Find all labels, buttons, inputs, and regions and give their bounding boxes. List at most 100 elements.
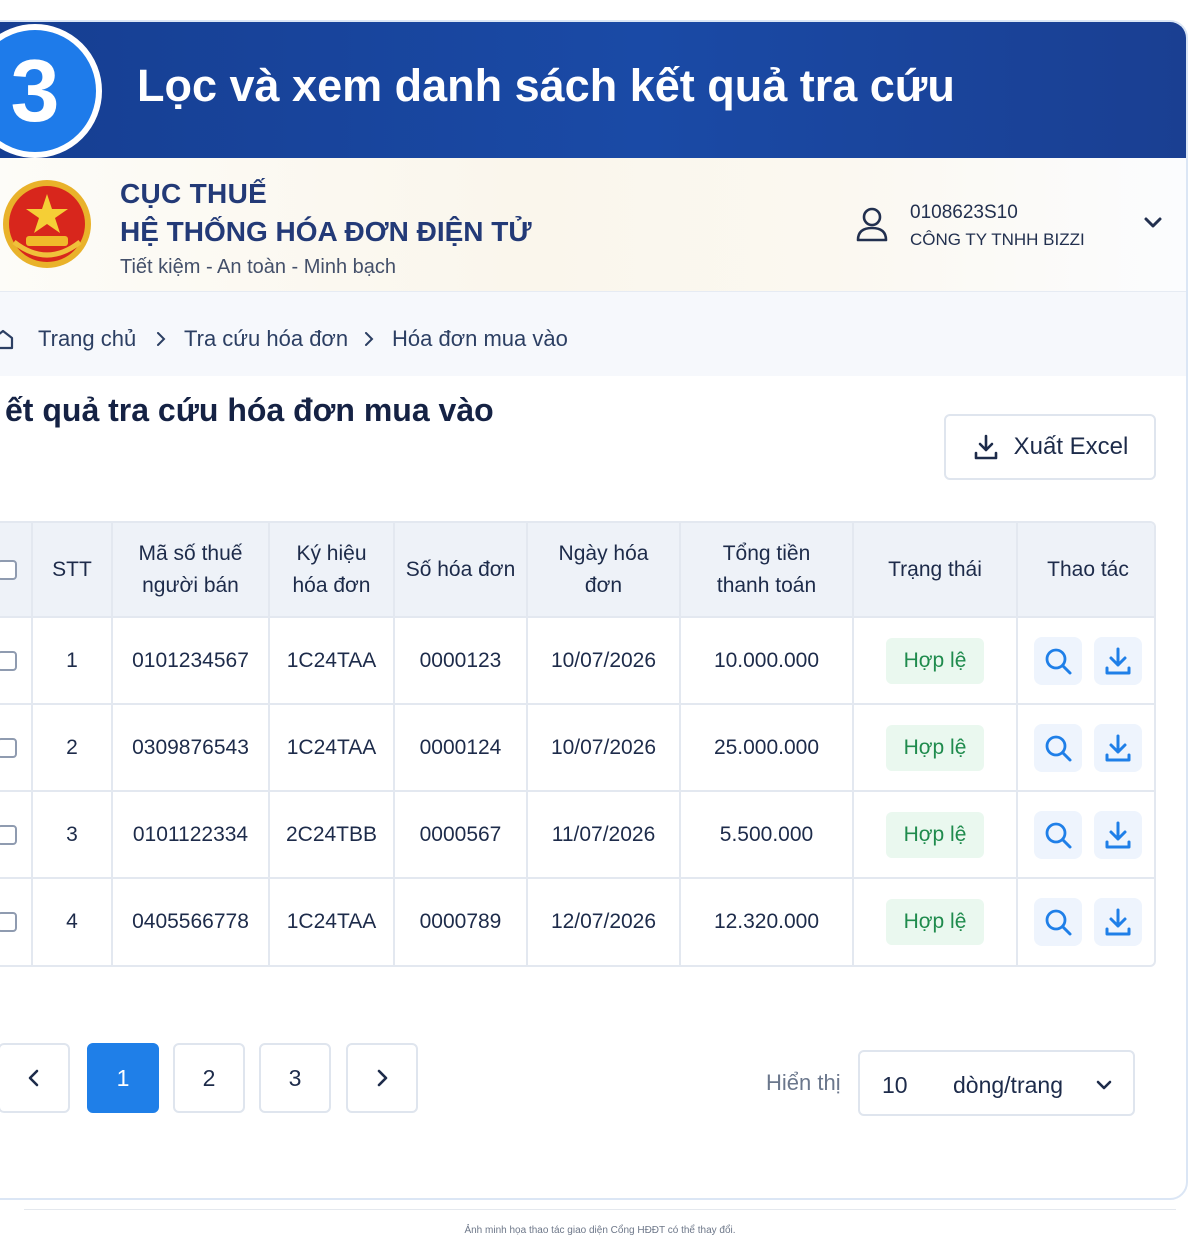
table-row: 2 0309876543 1C24TAA 0000124 10/07/2026 … <box>0 703 1154 791</box>
view-button[interactable] <box>1034 810 1082 859</box>
row-invoice-no: 0000124 <box>394 703 528 791</box>
header-date: Ngày hóa đơn <box>527 523 681 617</box>
invoice-table: STT Mã số thuế người bán Ký hiệu hóa đơn S… <box>0 521 1156 967</box>
view-button[interactable] <box>1034 898 1082 946</box>
per-page-label: Hiển thị <box>766 1070 841 1095</box>
chevron-right-icon <box>157 332 166 346</box>
status-badge: Hợp lệ <box>886 811 984 858</box>
row-symbol: 1C24TAA <box>269 703 395 791</box>
download-icon <box>1105 821 1131 848</box>
row-stt: 3 <box>32 790 113 878</box>
row-date: 12/07/2026 <box>527 877 681 965</box>
banner-title: Lọc và xem danh sách kết quả tra cứu <box>137 60 955 111</box>
step-number-badge: 3 <box>0 24 102 158</box>
status-badge: Hợp lệ <box>886 637 984 684</box>
table-row: 1 0101234567 1C24TAA 0000123 10/07/2026 … <box>0 616 1154 704</box>
chevron-down-icon <box>1096 1080 1112 1090</box>
breadcrumb: Trang chủ Tra cứu hóa đơn Hóa đơn mua và… <box>0 292 1186 376</box>
row-total: 5.500.000 <box>680 790 854 878</box>
row-checkbox[interactable] <box>0 650 17 671</box>
row-stt: 2 <box>32 703 113 791</box>
row-symbol: 2C24TBB <box>269 790 395 878</box>
user-tax-id: 0108623S10 <box>910 202 1018 223</box>
page-button-1[interactable]: 1 <box>87 1043 159 1113</box>
site-header: CỤC THUẾ HỆ THỐNG HÓA ĐƠN ĐIỆN TỬ Tiết k… <box>0 158 1186 292</box>
system-name: HỆ THỐNG HÓA ĐƠN ĐIỆN TỬ <box>120 216 532 247</box>
row-total: 12.320.000 <box>680 877 854 965</box>
breadcrumb-purchase-invoices: Hóa đơn mua vào <box>392 326 568 351</box>
user-icon[interactable] <box>855 206 889 242</box>
prev-page-button[interactable] <box>0 1043 70 1113</box>
user-company: CÔNG TY TNHH BIZZI <box>910 230 1085 249</box>
row-stt: 1 <box>32 616 113 704</box>
row-date: 10/07/2026 <box>527 616 681 704</box>
select-all-checkbox[interactable] <box>0 559 17 580</box>
download-button[interactable] <box>1094 723 1142 772</box>
status-badge: Hợp lệ <box>886 899 984 945</box>
national-emblem-logo <box>3 180 91 268</box>
row-date: 11/07/2026 <box>527 790 681 878</box>
search-icon <box>1045 735 1072 761</box>
row-total: 25.000.000 <box>680 703 854 791</box>
slogan: Tiết kiệm - An toàn - Minh bạch <box>120 256 397 278</box>
header-actions: Thao tác <box>1017 523 1154 617</box>
breadcrumb-invoice-lookup[interactable]: Tra cứu hóa đơn <box>184 326 348 352</box>
header-status: Trạng thái <box>853 523 1018 617</box>
download-icon <box>1105 908 1131 936</box>
download-icon <box>1105 734 1131 761</box>
per-page-select[interactable]: 10 dòng/trang <box>858 1050 1135 1116</box>
page-button-2[interactable]: 2 <box>173 1043 245 1113</box>
row-invoice-no: 0000567 <box>394 790 528 878</box>
row-symbol: 1C24TAA <box>269 877 395 965</box>
home-icon[interactable] <box>0 328 14 350</box>
row-total: 10.000.000 <box>680 616 854 704</box>
download-button[interactable] <box>1094 810 1142 859</box>
next-page-button[interactable] <box>346 1043 418 1113</box>
row-date: 10/07/2026 <box>527 703 681 791</box>
breadcrumb-home[interactable]: Trang chủ <box>38 326 136 352</box>
chevron-left-icon <box>28 1069 39 1087</box>
view-button[interactable] <box>1034 723 1082 772</box>
row-seller-tax: 0101122334 <box>112 790 270 878</box>
header-total: Tổng tiền thanh toán <box>680 523 854 617</box>
search-icon <box>1045 648 1072 674</box>
row-invoice-no: 0000789 <box>394 877 528 965</box>
chevron-right-icon <box>377 1069 388 1087</box>
page-button-3[interactable]: 3 <box>259 1043 331 1113</box>
page-title: ết quả tra cứu hóa đơn mua vào <box>5 392 494 428</box>
agency-name: CỤC THUẾ <box>120 178 268 209</box>
row-checkbox[interactable] <box>0 737 17 758</box>
header-invoice-no: Số hóa đơn <box>394 523 528 617</box>
download-icon <box>974 434 997 460</box>
download-button[interactable] <box>1094 898 1142 946</box>
header-symbol: Ký hiệu hóa đơn <box>269 523 395 617</box>
header-stt: STT <box>32 523 113 617</box>
view-button[interactable] <box>1034 636 1082 685</box>
per-page-unit: dòng/trang <box>953 1072 1063 1098</box>
row-checkbox[interactable] <box>0 824 17 845</box>
footer-divider <box>24 1209 1176 1210</box>
image-caption: Ảnh minh họa thao tác giao diện Cổng HĐĐ… <box>464 1225 736 1236</box>
download-button[interactable] <box>1094 636 1142 685</box>
chevron-right-icon <box>365 332 374 346</box>
per-page-value: 10 <box>882 1072 908 1098</box>
search-icon <box>1045 909 1072 936</box>
row-checkbox[interactable] <box>0 912 17 933</box>
table-row: 4 0405566778 1C24TAA 0000789 12/07/2026 … <box>0 877 1154 965</box>
header-seller-tax: Mã số thuế người bán <box>112 523 270 617</box>
chevron-down-icon[interactable] <box>1142 212 1164 234</box>
step-banner: 3 Lọc và xem danh sách kết quả tra cứu <box>0 22 1186 158</box>
table-header-row: STT Mã số thuế người bán Ký hiệu hóa đơn S… <box>0 523 1154 617</box>
table-row: 3 0101122334 2C24TBB 0000567 11/07/2026 … <box>0 790 1154 878</box>
select-all-cell <box>0 523 33 617</box>
row-seller-tax: 0101234567 <box>112 616 270 704</box>
export-excel-button[interactable]: Xuất Excel <box>944 414 1156 480</box>
search-icon <box>1045 822 1072 848</box>
download-icon <box>1105 647 1131 674</box>
row-invoice-no: 0000123 <box>394 616 528 704</box>
row-stt: 4 <box>32 877 113 965</box>
status-badge: Hợp lệ <box>886 724 984 771</box>
export-excel-label: Xuất Excel <box>1013 433 1129 460</box>
row-seller-tax: 0405566778 <box>112 877 270 965</box>
row-seller-tax: 0309876543 <box>112 703 270 791</box>
